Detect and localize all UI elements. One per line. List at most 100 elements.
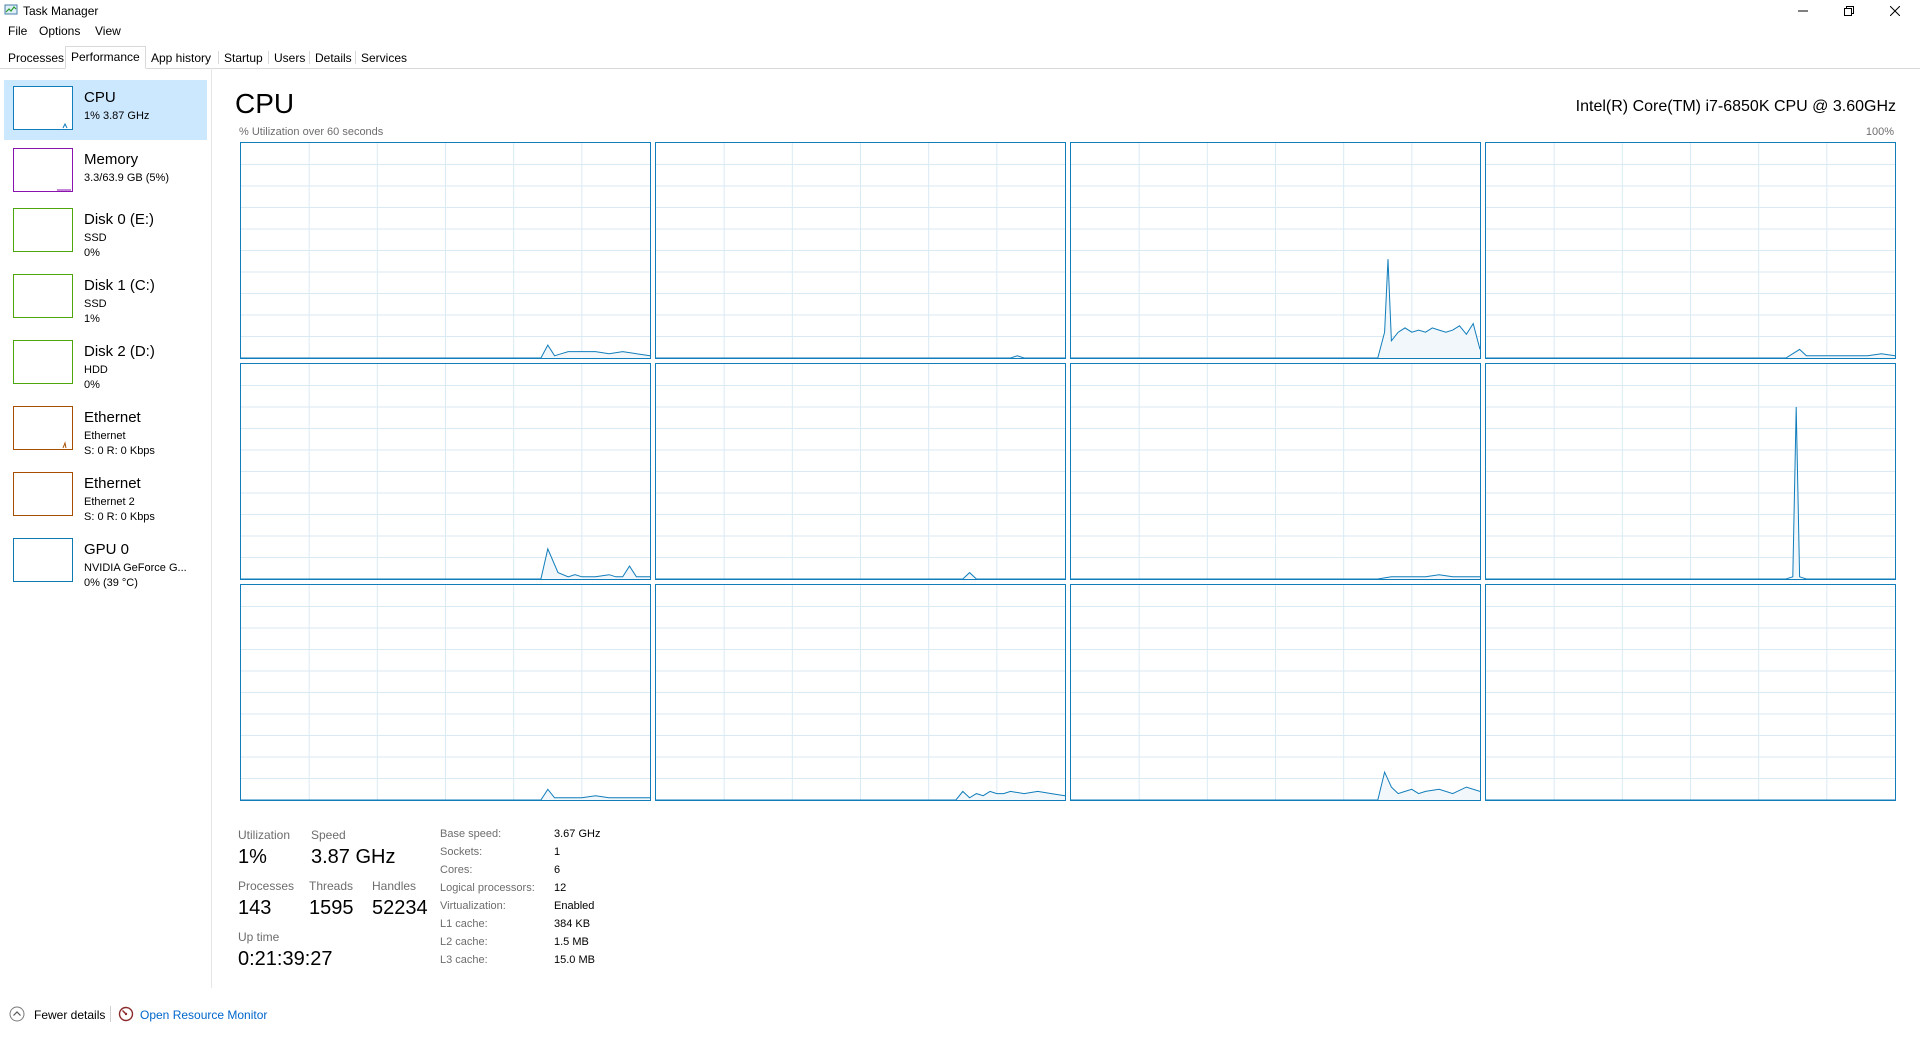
sidebar-item-ethernet[interactable]: Ethernet Ethernet S: 0 R: 0 Kbps [4, 400, 207, 460]
cpu-graph-11 [1485, 584, 1896, 801]
speed-value: 3.87 GHz [311, 846, 396, 868]
cpu-graph-plot [656, 364, 1065, 579]
sidebar-item-title: Disk 1 (C:) [84, 277, 155, 294]
menu-options[interactable]: Options [39, 24, 80, 38]
spec-sockets-value: 1 [554, 846, 561, 858]
disk-1-thumbnail [13, 274, 73, 318]
footer-bar: Fewer details Open Resource Monitor [0, 1000, 1920, 1040]
sidebar-item-adapter: Ethernet 2 [84, 496, 135, 508]
spec-l1-cache-label: L1 cache: [440, 918, 488, 930]
sidebar-item-disk-1[interactable]: Disk 1 (C:) SSD 1% [4, 268, 207, 328]
fewer-details-button[interactable]: Fewer details [34, 1008, 105, 1022]
sidebar-item-memory[interactable]: Memory 3.3/63.9 GB (5%) [4, 142, 207, 202]
thumbnail-activity-line [62, 441, 67, 449]
title-bar: Task Manager [0, 0, 1920, 22]
thumbnail-activity-line [57, 189, 71, 191]
spec-logical-processors-label: Logical processors: [440, 882, 535, 894]
menu-view[interactable]: View [95, 24, 121, 38]
sidebar-item-disk-0[interactable]: Disk 0 (E:) SSD 0% [4, 202, 207, 262]
cpu-graph-plot [241, 585, 650, 800]
threads-label: Threads [309, 879, 354, 893]
cpu-thumbnail [13, 86, 73, 130]
tab-bar: Processes Performance App history Startu… [0, 46, 1920, 69]
utilization-axis-label: % Utilization over 60 seconds [239, 126, 384, 138]
cpu-graph-1 [655, 142, 1066, 359]
threads-value: 1595 [309, 897, 354, 919]
cpu-graph-0 [240, 142, 651, 359]
cpu-graph-10 [1070, 584, 1481, 801]
spec-virtualization-label: Virtualization: [440, 900, 506, 912]
spec-l3-cache-value: 15.0 MB [554, 954, 595, 966]
sidebar-item-ethernet-2[interactable]: Ethernet Ethernet 2 S: 0 R: 0 Kbps [4, 466, 207, 526]
sidebar-item-detail: 0% (39 °C) [84, 577, 138, 589]
gpu-0-thumbnail [13, 538, 73, 582]
chevron-up-circle-icon[interactable] [9, 1006, 25, 1022]
close-button[interactable] [1872, 0, 1918, 22]
minimize-button[interactable] [1780, 0, 1826, 22]
tab-performance[interactable]: Performance [65, 46, 146, 69]
cpu-graph-2 [1070, 142, 1481, 359]
cpu-graph-plot [241, 143, 650, 358]
restore-icon [1844, 6, 1854, 16]
tab-processes[interactable]: Processes [3, 49, 69, 67]
uptime-value: 0:21:39:27 [238, 948, 333, 970]
cpu-graph-3 [1485, 142, 1896, 359]
cpu-graph-plot [1071, 364, 1480, 579]
resource-sidebar: CPU 1% 3.87 GHz Memory 3.3/63.9 GB (5%) … [0, 68, 212, 988]
handles-label: Handles [372, 879, 417, 893]
utilization-label: Utilization [238, 828, 291, 842]
utilization-value: 1% [238, 846, 267, 868]
sidebar-item-type: HDD [84, 364, 108, 376]
sidebar-item-adapter: Ethernet [84, 430, 126, 442]
uptime-label: Up time [238, 930, 280, 944]
sidebar-item-title: GPU 0 [84, 541, 130, 558]
spec-sockets-label: Sockets: [440, 846, 483, 858]
processes-value: 143 [238, 897, 272, 919]
close-icon [1890, 6, 1900, 16]
sidebar-item-title: Disk 2 (D:) [84, 343, 155, 360]
sidebar-item-detail: 3.3/63.9 GB (5%) [84, 172, 169, 184]
disk-2-thumbnail [13, 340, 73, 384]
speed-label: Speed [311, 828, 346, 842]
tab-users[interactable]: Users [269, 49, 310, 67]
memory-thumbnail [13, 148, 73, 192]
resource-monitor-icon [118, 1006, 134, 1022]
spec-l2-cache-value: 1.5 MB [554, 936, 589, 948]
minimize-icon [1798, 10, 1808, 12]
sidebar-item-type: SSD [84, 232, 107, 244]
sidebar-item-title: Ethernet [84, 475, 141, 492]
sidebar-item-detail: 1% 3.87 GHz [84, 110, 150, 122]
cpu-graph-7 [1485, 363, 1896, 580]
ethernet-thumbnail [13, 406, 73, 450]
sidebar-item-title: Memory [84, 151, 139, 168]
cpu-graph-plot [656, 585, 1065, 800]
sidebar-item-detail: 1% [84, 313, 100, 325]
disk-0-thumbnail [13, 208, 73, 252]
cpu-graph-plot [1071, 143, 1480, 358]
cpu-graph-6 [1070, 363, 1481, 580]
tab-details[interactable]: Details [310, 49, 357, 67]
page-title: CPU [235, 88, 295, 119]
menu-file[interactable]: File [8, 24, 27, 38]
sidebar-item-gpu-0[interactable]: GPU 0 NVIDIA GeForce G... 0% (39 °C) [4, 532, 207, 592]
sidebar-item-cpu[interactable]: CPU 1% 3.87 GHz [4, 80, 207, 140]
tab-startup[interactable]: Startup [219, 49, 268, 67]
tab-app-history[interactable]: App history [146, 49, 216, 67]
utilization-max-label: 100% [1865, 126, 1894, 138]
cpu-graph-plot [656, 143, 1065, 358]
ethernet-2-thumbnail [13, 472, 73, 516]
sidebar-item-disk-2[interactable]: Disk 2 (D:) HDD 0% [4, 334, 207, 394]
open-resource-monitor-link[interactable]: Open Resource Monitor [140, 1008, 267, 1022]
sidebar-item-model: NVIDIA GeForce G... [84, 562, 187, 574]
cpu-model-name: Intel(R) Core(TM) i7-6850K CPU @ 3.60GHz [1575, 98, 1896, 115]
sidebar-item-detail: S: 0 R: 0 Kbps [84, 511, 155, 523]
cpu-graph-9 [655, 584, 1066, 801]
sidebar-item-title: Ethernet [84, 409, 141, 426]
sidebar-item-detail: S: 0 R: 0 Kbps [84, 445, 155, 457]
handles-value: 52234 [372, 897, 428, 919]
spec-l1-cache-value: 384 KB [554, 918, 591, 930]
task-manager-icon [4, 4, 18, 15]
spec-virtualization-value: Enabled [554, 900, 595, 912]
tab-services[interactable]: Services [356, 49, 412, 67]
restore-button[interactable] [1826, 0, 1872, 22]
